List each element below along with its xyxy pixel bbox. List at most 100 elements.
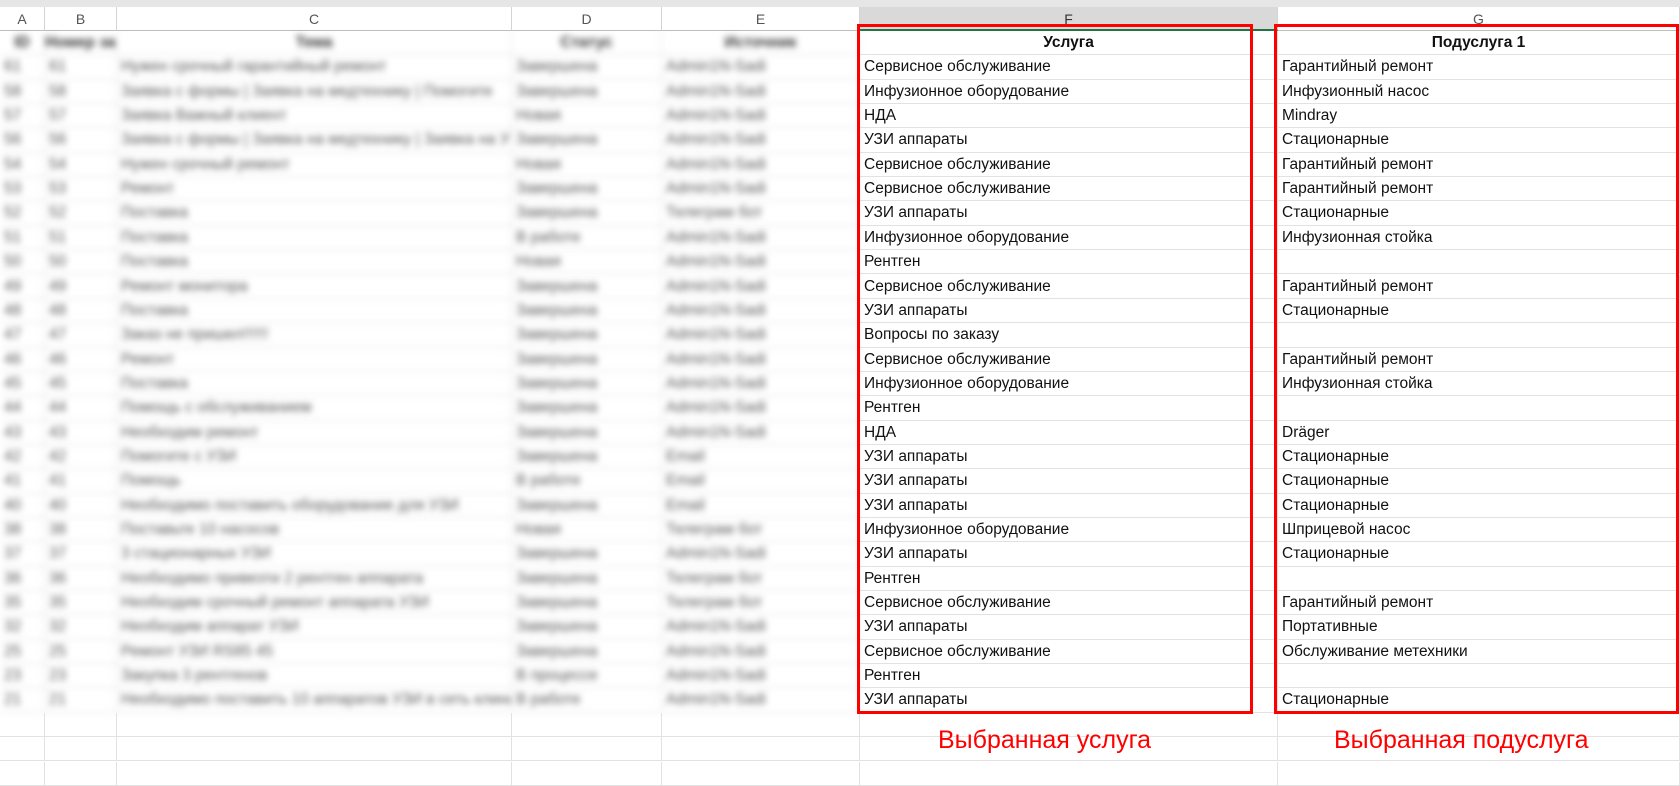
cell-b[interactable]: 37 (45, 542, 117, 567)
cell-a[interactable]: 48 (0, 298, 45, 324)
cell-d[interactable]: Новая (512, 104, 662, 129)
cell-a[interactable] (0, 712, 45, 738)
cell-f[interactable]: Инфузионное оборудование (860, 225, 1278, 251)
cell-f[interactable]: Сервисное обслуживание (860, 177, 1278, 202)
cell-e[interactable]: Admin1N-Sadi (662, 298, 860, 324)
cell-c[interactable]: Закупка 3 рентгенов (117, 664, 512, 689)
cell-e[interactable]: Admin1N-Sadi (662, 177, 860, 202)
cell-d[interactable]: Завершена (512, 55, 662, 80)
cell-c[interactable]: Ремонт (117, 347, 512, 372)
header-cell-b[interactable]: Номер заявки (45, 31, 117, 56)
cell-d[interactable]: Завершена (512, 591, 662, 616)
cell-f[interactable]: УЗИ аппараты (860, 298, 1278, 324)
cell-e[interactable]: Admin1N-Sadi (662, 152, 860, 178)
cell-g[interactable]: Стационарные (1278, 493, 1680, 518)
header-cell-e[interactable]: Источник (662, 31, 860, 56)
cell-b[interactable]: 23 (45, 664, 117, 689)
cell-a[interactable]: 61 (0, 55, 45, 80)
header-cell-a[interactable]: ID (0, 31, 45, 56)
cell-c[interactable]: Поставка (117, 250, 512, 275)
cell-b[interactable]: 43 (45, 420, 117, 445)
cell-d[interactable]: Новая (512, 518, 662, 543)
column-header-d[interactable]: D (512, 7, 662, 31)
cell-g[interactable] (1278, 761, 1680, 786)
cell-g[interactable]: Портативные (1278, 615, 1680, 640)
cell-c[interactable]: Заявка с формы | Заявка на медтехнику | … (117, 79, 512, 105)
cell-e[interactable]: Email (662, 493, 860, 518)
cell-d[interactable]: Завершена (512, 615, 662, 640)
column-header-f[interactable]: F (860, 7, 1278, 31)
cell-c[interactable]: Необходим ремонт (117, 420, 512, 445)
cell-a[interactable]: 25 (0, 639, 45, 665)
cell-d[interactable]: Завершена (512, 371, 662, 397)
cell-a[interactable]: 57 (0, 104, 45, 129)
cell-b[interactable]: 38 (45, 518, 117, 543)
cell-c[interactable] (117, 761, 512, 786)
cell-a[interactable]: 45 (0, 371, 45, 397)
cell-a[interactable]: 37 (0, 542, 45, 567)
cell-c[interactable]: Ремонт (117, 177, 512, 202)
cell-f[interactable]: УЗИ аппараты (860, 201, 1278, 226)
cell-g[interactable] (1278, 664, 1680, 689)
cell-g[interactable]: Стационарные (1278, 298, 1680, 324)
cell-a[interactable]: 44 (0, 396, 45, 421)
cell-d[interactable]: Завершена (512, 444, 662, 470)
cell-g[interactable]: Инфузионный насос (1278, 79, 1680, 105)
cell-g[interactable]: Стационарные (1278, 688, 1680, 713)
cell-c[interactable] (117, 737, 512, 762)
cell-f[interactable]: Сервисное обслуживание (860, 152, 1278, 178)
column-header-a[interactable]: A (0, 7, 45, 31)
cell-b[interactable]: 40 (45, 493, 117, 518)
cell-d[interactable]: Завершена (512, 347, 662, 372)
cell-e[interactable]: Email (662, 469, 860, 494)
cell-f[interactable]: НДА (860, 420, 1278, 445)
cell-g[interactable]: Гарантийный ремонт (1278, 274, 1680, 299)
cell-b[interactable]: 48 (45, 298, 117, 324)
cell-g[interactable]: Стационарные (1278, 201, 1680, 226)
cell-f[interactable]: УЗИ аппараты (860, 688, 1278, 713)
cell-e[interactable]: Admin1N-Sadi (662, 688, 860, 713)
cell-e[interactable]: Admin1N-Sadi (662, 79, 860, 105)
cell-d[interactable]: В работе (512, 469, 662, 494)
cell-b[interactable]: 53 (45, 177, 117, 202)
cell-f[interactable]: Рентген (860, 664, 1278, 689)
cell-g[interactable]: Шприцевой насос (1278, 518, 1680, 543)
cell-a[interactable]: 47 (0, 323, 45, 348)
cell-f[interactable]: Сервисное обслуживание (860, 591, 1278, 616)
header-cell-g[interactable]: Подуслуга 1 (1278, 31, 1680, 56)
cell-b[interactable] (45, 737, 117, 762)
cell-g[interactable]: Гарантийный ремонт (1278, 591, 1680, 616)
column-header-e[interactable]: E (662, 7, 860, 31)
cell-c[interactable]: Поставка (117, 225, 512, 251)
cell-e[interactable]: Admin1N-Sadi (662, 347, 860, 372)
cell-e[interactable] (662, 761, 860, 786)
cell-b[interactable]: 36 (45, 566, 117, 592)
cell-e[interactable]: Admin1N-Sadi (662, 55, 860, 80)
cell-c[interactable]: Поставка (117, 371, 512, 397)
cell-b[interactable]: 44 (45, 396, 117, 421)
cell-a[interactable]: 40 (0, 493, 45, 518)
cell-b[interactable]: 35 (45, 591, 117, 616)
cell-e[interactable]: Телеграм бот (662, 201, 860, 226)
cell-d[interactable]: Завершена (512, 274, 662, 299)
cell-e[interactable]: Email (662, 444, 860, 470)
column-header-c[interactable]: C (117, 7, 512, 31)
cell-f[interactable]: Сервисное обслуживание (860, 347, 1278, 372)
cell-c[interactable]: Помощь с обслуживанием (117, 396, 512, 421)
cell-g[interactable]: Инфузионная стойка (1278, 371, 1680, 397)
cell-f[interactable]: УЗИ аппараты (860, 444, 1278, 470)
cell-d[interactable]: Завершена (512, 177, 662, 202)
cell-b[interactable]: 58 (45, 79, 117, 105)
cell-e[interactable]: Admin1N-Sadi (662, 639, 860, 665)
column-header-g[interactable]: G (1278, 7, 1680, 31)
cell-e[interactable]: Admin1N-Sadi (662, 615, 860, 640)
cell-c[interactable]: Помощь (117, 469, 512, 494)
cell-g[interactable]: Гарантийный ремонт (1278, 347, 1680, 372)
cell-c[interactable]: Необходимо поставить оборудование для УЗ… (117, 493, 512, 518)
cell-d[interactable]: Новая (512, 152, 662, 178)
cell-e[interactable]: Admin1N-Sadi (662, 664, 860, 689)
cell-c[interactable]: Заказ не пришел!!!!!! (117, 323, 512, 348)
cell-e[interactable]: Admin1N-Sadi (662, 128, 860, 153)
cell-g[interactable]: Обслуживание метехники (1278, 639, 1680, 665)
cell-e[interactable] (662, 712, 860, 738)
